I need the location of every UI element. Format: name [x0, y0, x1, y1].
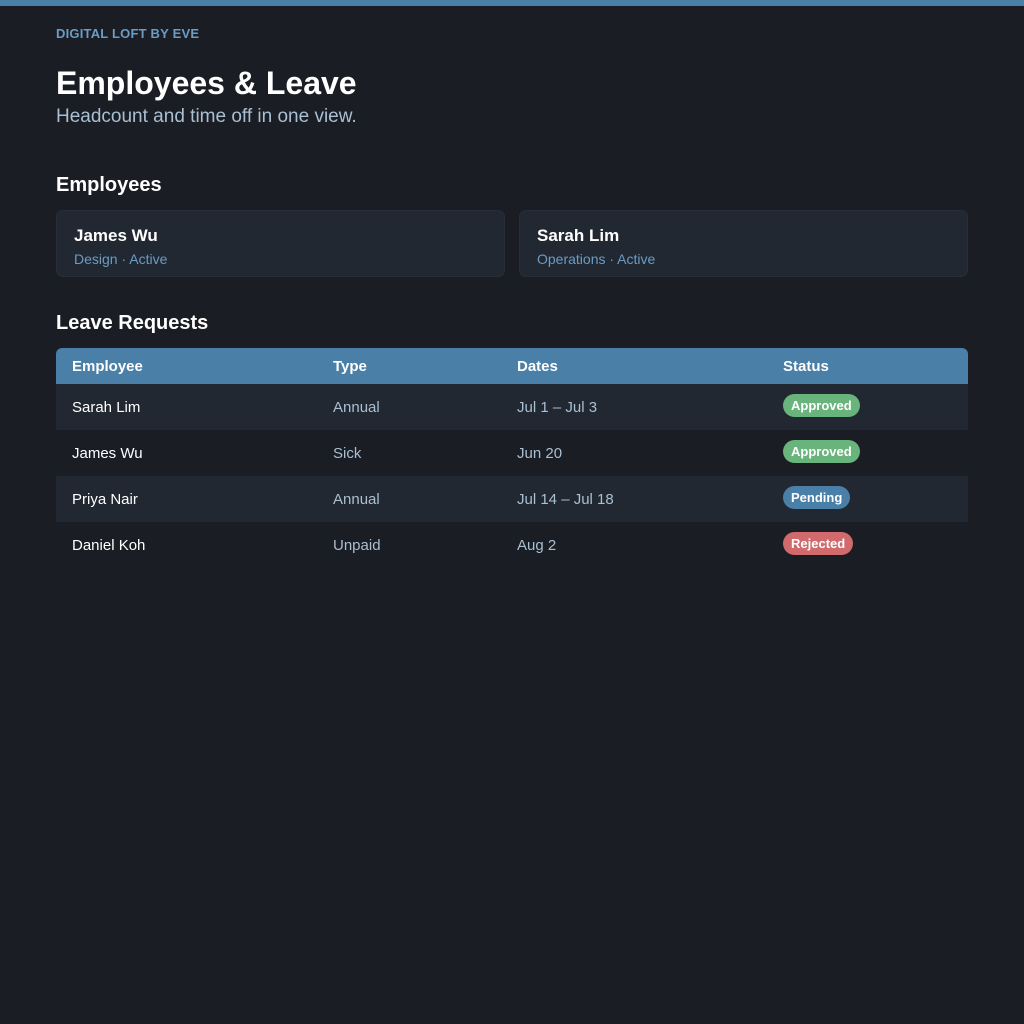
meta-separator: ·: [609, 251, 615, 267]
cell-dates: Jul 14 – Jul 18: [517, 491, 614, 508]
brand-label: DIGITAL LOFT BY EVE: [56, 26, 200, 41]
column-header-type[interactable]: Type: [333, 358, 367, 375]
employee-department: Design: [74, 251, 118, 267]
column-header-dates[interactable]: Dates: [517, 358, 558, 375]
employee-cards: James Wu Design · Active Sarah Lim Opera…: [56, 210, 968, 277]
cell-employee: Sarah Lim: [72, 399, 141, 416]
cell-dates: Jul 1 – Jul 3: [517, 399, 598, 416]
page-subtitle: Headcount and time off in one view.: [56, 106, 357, 127]
employee-card[interactable]: James Wu Design · Active: [56, 210, 505, 277]
table-row[interactable]: Daniel Koh Unpaid Aug 2 Rejected: [56, 522, 968, 568]
cell-employee: Priya Nair: [72, 491, 138, 508]
employees-heading: Employees: [56, 174, 162, 196]
cell-employee: James Wu: [72, 445, 143, 462]
cell-type: Annual: [333, 399, 380, 416]
meta-separator: ·: [121, 251, 127, 267]
status-badge: Approved: [783, 394, 860, 417]
cell-employee: Daniel Koh: [72, 537, 146, 554]
employee-card[interactable]: Sarah Lim Operations · Active: [519, 210, 968, 277]
column-header-status[interactable]: Status: [783, 358, 829, 375]
page-title: Employees & Leave: [56, 65, 357, 101]
cell-type: Annual: [333, 491, 380, 508]
table-row[interactable]: James Wu Sick Jun 20 Approved: [56, 430, 968, 476]
status-badge: Pending: [783, 486, 851, 509]
cell-dates: Jun 20: [517, 445, 563, 462]
top-accent-bar: [0, 0, 1024, 6]
employee-meta: Design · Active: [74, 251, 167, 267]
table-row[interactable]: Priya Nair Annual Jul 14 – Jul 18 Pendin…: [56, 476, 968, 522]
employee-name: James Wu: [74, 226, 158, 245]
cell-type: Sick: [333, 445, 362, 462]
employee-name: Sarah Lim: [537, 226, 620, 245]
status-badge: Approved: [783, 440, 860, 463]
table-row[interactable]: Sarah Lim Annual Jul 1 – Jul 3 Approved: [56, 384, 968, 430]
employee-status: Active: [617, 251, 656, 267]
employee-meta: Operations · Active: [537, 251, 655, 267]
status-badge: Rejected: [783, 532, 854, 555]
cell-type: Unpaid: [333, 537, 381, 554]
employee-status: Active: [129, 251, 168, 267]
leave-requests-table: Employee Type Dates Status Sarah Lim Ann…: [56, 348, 968, 568]
table-header: Employee Type Dates Status: [56, 348, 968, 384]
employee-department: Operations: [537, 251, 606, 267]
column-header-employee[interactable]: Employee: [72, 358, 143, 375]
leave-requests-heading: Leave Requests: [56, 312, 209, 334]
cell-dates: Aug 2: [517, 537, 557, 554]
